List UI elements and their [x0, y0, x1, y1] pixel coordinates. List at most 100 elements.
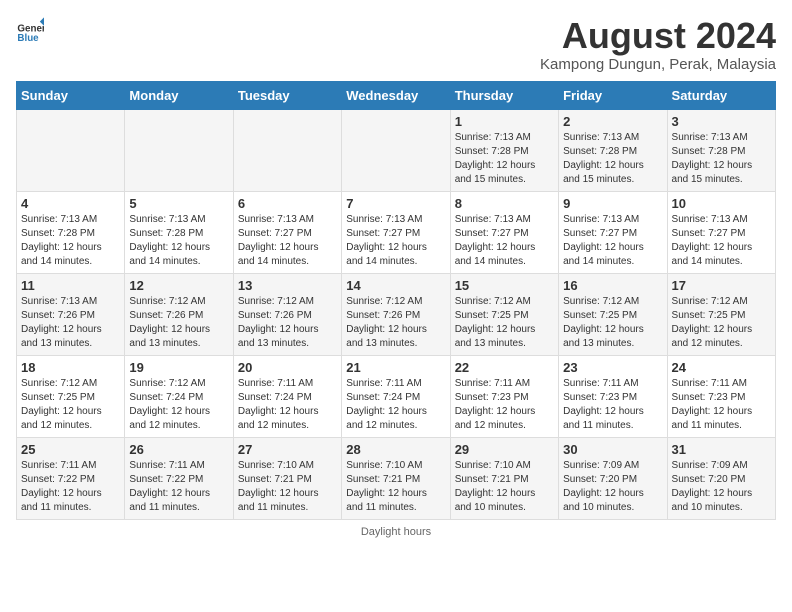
day-number: 6 — [238, 196, 337, 211]
calendar-cell: 10Sunrise: 7:13 AMSunset: 7:27 PMDayligh… — [667, 191, 775, 273]
day-info: Sunrise: 7:10 AMSunset: 7:21 PMDaylight:… — [455, 459, 554, 515]
day-info: Sunrise: 7:13 AMSunset: 7:28 PMDaylight:… — [129, 213, 228, 269]
calendar-cell: 24 Sunrise: 7:11 AMSunset: 7:23 PMDayligh… — [667, 355, 775, 437]
calendar-cell: 30 Sunrise: 7:09 AMSunset: 7:20 PMDayligh… — [559, 437, 667, 519]
day-number: 28 — [346, 442, 445, 457]
day-info: Sunrise: 7:13 AMSunset: 7:28 PMDaylight:… — [455, 131, 554, 187]
svg-text:Blue: Blue — [17, 33, 39, 44]
day-number: 12 — [129, 278, 228, 293]
day-number: 1 — [455, 114, 554, 129]
calendar-body: 1 Sunrise: 7:13 AMSunset: 7:28 PMDaylight… — [17, 109, 776, 519]
calendar-cell: 1 Sunrise: 7:13 AMSunset: 7:28 PMDaylight… — [450, 109, 558, 191]
day-number: 18 — [21, 360, 120, 375]
day-info: Sunrise: 7:13 AMSunset: 7:27 PMDaylight:… — [238, 213, 337, 269]
day-info: Sunrise: 7:12 AMSunset: 7:25 PMDaylight:… — [455, 295, 554, 351]
calendar-week-2: 4 Sunrise: 7:13 AMSunset: 7:28 PMDaylight… — [17, 191, 776, 273]
day-info: Sunrise: 7:13 AMSunset: 7:26 PMDaylight:… — [21, 295, 120, 351]
calendar-cell: 7 Sunrise: 7:13 AMSunset: 7:27 PMDaylight… — [342, 191, 450, 273]
day-info: Sunrise: 7:12 AMSunset: 7:26 PMDaylight:… — [129, 295, 228, 351]
calendar-cell: 8 Sunrise: 7:13 AMSunset: 7:27 PMDaylight… — [450, 191, 558, 273]
page-header: General Blue August 2024 Kampong Dungun,… — [16, 16, 776, 73]
title-block: August 2024 Kampong Dungun, Perak, Malay… — [540, 16, 776, 73]
calendar-cell — [17, 109, 125, 191]
calendar-cell: 21 Sunrise: 7:11 AMSunset: 7:24 PMDayligh… — [342, 355, 450, 437]
calendar-cell: 26 Sunrise: 7:11 AMSunset: 7:22 PMDayligh… — [125, 437, 233, 519]
day-info: Sunrise: 7:11 AMSunset: 7:24 PMDaylight:… — [346, 377, 445, 433]
calendar-cell: 27 Sunrise: 7:10 AMSunset: 7:21 PMDayligh… — [233, 437, 341, 519]
calendar-cell: 29 Sunrise: 7:10 AMSunset: 7:21 PMDayligh… — [450, 437, 558, 519]
day-number: 4 — [21, 196, 120, 211]
calendar-cell: 17 Sunrise: 7:12 AMSunset: 7:25 PMDayligh… — [667, 273, 775, 355]
day-info: Sunrise: 7:12 AMSunset: 7:24 PMDaylight:… — [129, 377, 228, 433]
day-number: 26 — [129, 442, 228, 457]
day-info: Sunrise: 7:12 AMSunset: 7:26 PMDaylight:… — [238, 295, 337, 351]
day-number: 24 — [672, 360, 771, 375]
day-number: 23 — [563, 360, 662, 375]
day-info: Sunrise: 7:12 AMSunset: 7:25 PMDaylight:… — [672, 295, 771, 351]
day-number: 11 — [21, 278, 120, 293]
calendar-cell: 3 Sunrise: 7:13 AMSunset: 7:28 PMDaylight… — [667, 109, 775, 191]
calendar-header: SundayMondayTuesdayWednesdayThursdayFrid… — [17, 81, 776, 109]
day-number: 17 — [672, 278, 771, 293]
day-info: Sunrise: 7:12 AMSunset: 7:26 PMDaylight:… — [346, 295, 445, 351]
day-info: Sunrise: 7:13 AMSunset: 7:27 PMDaylight:… — [346, 213, 445, 269]
calendar-table: SundayMondayTuesdayWednesdayThursdayFrid… — [16, 81, 776, 520]
calendar-cell: 12 Sunrise: 7:12 AMSunset: 7:26 PMDayligh… — [125, 273, 233, 355]
calendar-week-5: 25 Sunrise: 7:11 AMSunset: 7:22 PMDayligh… — [17, 437, 776, 519]
day-number: 5 — [129, 196, 228, 211]
calendar-cell: 15 Sunrise: 7:12 AMSunset: 7:25 PMDayligh… — [450, 273, 558, 355]
day-header-saturday: Saturday — [667, 81, 775, 109]
day-info: Sunrise: 7:12 AMSunset: 7:25 PMDaylight:… — [563, 295, 662, 351]
day-number: 30 — [563, 442, 662, 457]
day-header-sunday: Sunday — [17, 81, 125, 109]
day-number: 29 — [455, 442, 554, 457]
calendar-cell: 16 Sunrise: 7:12 AMSunset: 7:25 PMDayligh… — [559, 273, 667, 355]
calendar-cell: 14Sunrise: 7:12 AMSunset: 7:26 PMDayligh… — [342, 273, 450, 355]
day-header-thursday: Thursday — [450, 81, 558, 109]
day-header-monday: Monday — [125, 81, 233, 109]
day-number: 10 — [672, 196, 771, 211]
calendar-cell: 2Sunrise: 7:13 AMSunset: 7:28 PMDaylight… — [559, 109, 667, 191]
day-info: Sunrise: 7:13 AMSunset: 7:28 PMDaylight:… — [563, 131, 662, 187]
calendar-cell: 9Sunrise: 7:13 AMSunset: 7:27 PMDaylight… — [559, 191, 667, 273]
day-number: 19 — [129, 360, 228, 375]
footer-text: Daylight hours — [361, 526, 431, 538]
calendar-cell — [125, 109, 233, 191]
day-info: Sunrise: 7:10 AMSunset: 7:21 PMDaylight:… — [346, 459, 445, 515]
day-info: Sunrise: 7:11 AMSunset: 7:22 PMDaylight:… — [129, 459, 228, 515]
day-info: Sunrise: 7:10 AMSunset: 7:21 PMDaylight:… — [238, 459, 337, 515]
day-number: 3 — [672, 114, 771, 129]
day-number: 20 — [238, 360, 337, 375]
main-title: August 2024 — [540, 16, 776, 56]
calendar-cell: 25 Sunrise: 7:11 AMSunset: 7:22 PMDayligh… — [17, 437, 125, 519]
logo-icon: General Blue — [16, 16, 44, 44]
day-info: Sunrise: 7:11 AMSunset: 7:23 PMDaylight:… — [563, 377, 662, 433]
subtitle: Kampong Dungun, Perak, Malaysia — [540, 56, 776, 73]
day-number: 16 — [563, 278, 662, 293]
day-number: 21 — [346, 360, 445, 375]
day-info: Sunrise: 7:11 AMSunset: 7:23 PMDaylight:… — [672, 377, 771, 433]
calendar-cell: 6 Sunrise: 7:13 AMSunset: 7:27 PMDaylight… — [233, 191, 341, 273]
day-info: Sunrise: 7:13 AMSunset: 7:27 PMDaylight:… — [455, 213, 554, 269]
calendar-cell: 5 Sunrise: 7:13 AMSunset: 7:28 PMDaylight… — [125, 191, 233, 273]
day-info: Sunrise: 7:11 AMSunset: 7:22 PMDaylight:… — [21, 459, 120, 515]
day-info: Sunrise: 7:11 AMSunset: 7:23 PMDaylight:… — [455, 377, 554, 433]
calendar-cell: 4 Sunrise: 7:13 AMSunset: 7:28 PMDaylight… — [17, 191, 125, 273]
calendar-cell: 11 Sunrise: 7:13 AMSunset: 7:26 PMDayligh… — [17, 273, 125, 355]
day-number: 22 — [455, 360, 554, 375]
day-info: Sunrise: 7:09 AMSunset: 7:20 PMDaylight:… — [672, 459, 771, 515]
day-number: 15 — [455, 278, 554, 293]
day-info: Sunrise: 7:13 AMSunset: 7:28 PMDaylight:… — [672, 131, 771, 187]
calendar-week-4: 18Sunrise: 7:12 AMSunset: 7:25 PMDayligh… — [17, 355, 776, 437]
day-header-tuesday: Tuesday — [233, 81, 341, 109]
day-number: 8 — [455, 196, 554, 211]
day-info: Sunrise: 7:09 AMSunset: 7:20 PMDaylight:… — [563, 459, 662, 515]
day-info: Sunrise: 7:11 AMSunset: 7:24 PMDaylight:… — [238, 377, 337, 433]
day-header-friday: Friday — [559, 81, 667, 109]
calendar-cell: 13Sunrise: 7:12 AMSunset: 7:26 PMDayligh… — [233, 273, 341, 355]
day-number: 27 — [238, 442, 337, 457]
day-info: Sunrise: 7:13 AMSunset: 7:28 PMDaylight:… — [21, 213, 120, 269]
day-number: 9 — [563, 196, 662, 211]
day-number: 7 — [346, 196, 445, 211]
day-number: 25 — [21, 442, 120, 457]
